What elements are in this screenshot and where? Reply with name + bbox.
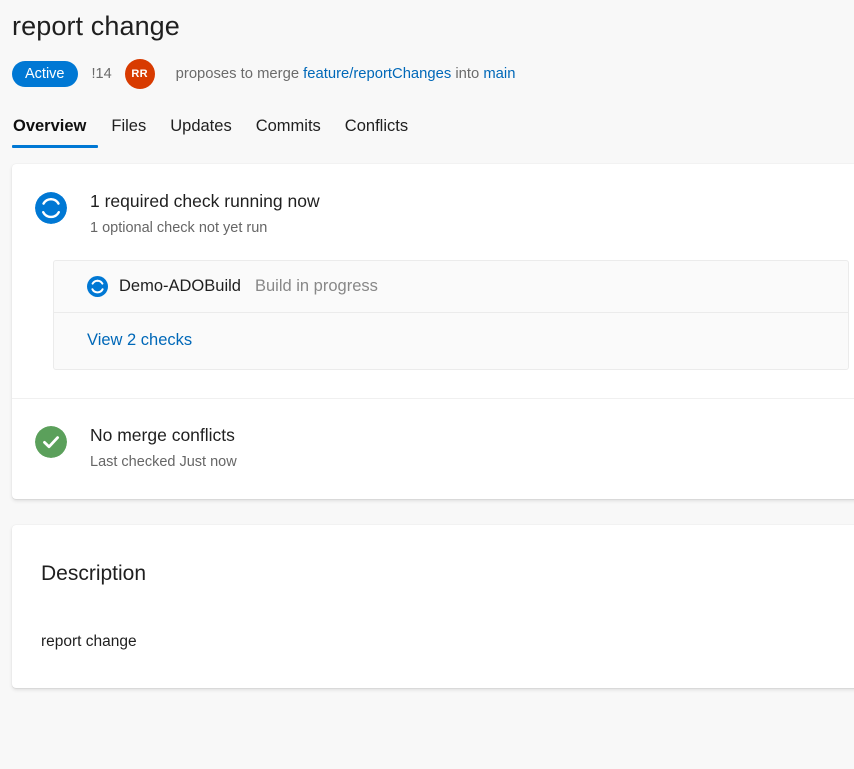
checks-subline: 1 optional check not yet run: [90, 219, 854, 238]
view-checks-link[interactable]: View 2 checks: [87, 331, 192, 349]
tab-updates-label: Updates: [170, 117, 231, 135]
checks-headline: 1 required check running now: [90, 190, 854, 212]
running-spinner-icon: [35, 192, 67, 224]
conflicts-status-icon-wrap: [12, 424, 90, 458]
check-name: Demo-ADOBuild: [119, 277, 241, 296]
tab-commits-label: Commits: [256, 117, 321, 135]
into-label: into: [455, 66, 479, 82]
proposes-label: proposes to merge: [176, 66, 299, 82]
tab-files[interactable]: Files: [99, 116, 158, 148]
pull-request-number: !14: [92, 66, 112, 82]
tab-files-label: Files: [111, 117, 146, 135]
status-card: 1 required check running now 1 optional …: [12, 164, 854, 499]
checks-status-icon-wrap: [12, 190, 90, 224]
checks-list-box: Demo-ADOBuild Build in progress View 2 c…: [53, 260, 849, 370]
tab-conflicts-label: Conflicts: [345, 117, 408, 135]
source-branch-link[interactable]: feature/reportChanges: [303, 66, 451, 82]
check-row[interactable]: Demo-ADOBuild Build in progress: [54, 261, 848, 312]
success-check-icon: [35, 426, 67, 458]
pull-request-meta: Active !14 RR proposes to merge feature/…: [12, 60, 842, 88]
merge-description: proposes to merge feature/reportChanges …: [176, 66, 516, 82]
merge-conflicts-section: No merge conflicts Last checked Just now: [12, 399, 854, 499]
pull-request-page: report change Active !14 RR proposes to …: [0, 0, 854, 769]
description-card: Description report change: [12, 525, 854, 688]
tab-commits[interactable]: Commits: [244, 116, 333, 148]
checks-status-text: 1 required check running now 1 optional …: [90, 190, 854, 238]
checks-status-section: 1 required check running now 1 optional …: [12, 164, 854, 238]
tab-conflicts[interactable]: Conflicts: [333, 116, 420, 148]
avatar[interactable]: RR: [125, 59, 155, 89]
tab-updates[interactable]: Updates: [158, 116, 243, 148]
tab-overview-label: Overview: [13, 117, 86, 135]
conflicts-headline: No merge conflicts: [90, 424, 854, 446]
pull-request-header: report change Active !14 RR proposes to …: [0, 0, 854, 88]
status-badge: Active: [12, 61, 78, 87]
target-branch-link[interactable]: main: [483, 66, 515, 82]
description-title: Description: [12, 561, 854, 587]
pull-request-tabs: Overview Files Updates Commits Conflicts: [0, 106, 854, 148]
page-title: report change: [12, 0, 842, 43]
running-spinner-icon: [87, 276, 108, 297]
conflicts-status-text: No merge conflicts Last checked Just now: [90, 424, 854, 472]
view-checks-row: View 2 checks: [54, 313, 848, 369]
overview-content: 1 required check running now 1 optional …: [0, 164, 854, 688]
tab-overview[interactable]: Overview: [12, 116, 99, 148]
check-state: Build in progress: [255, 277, 378, 296]
conflicts-subline: Last checked Just now: [90, 453, 854, 472]
description-body: report change: [12, 587, 854, 652]
